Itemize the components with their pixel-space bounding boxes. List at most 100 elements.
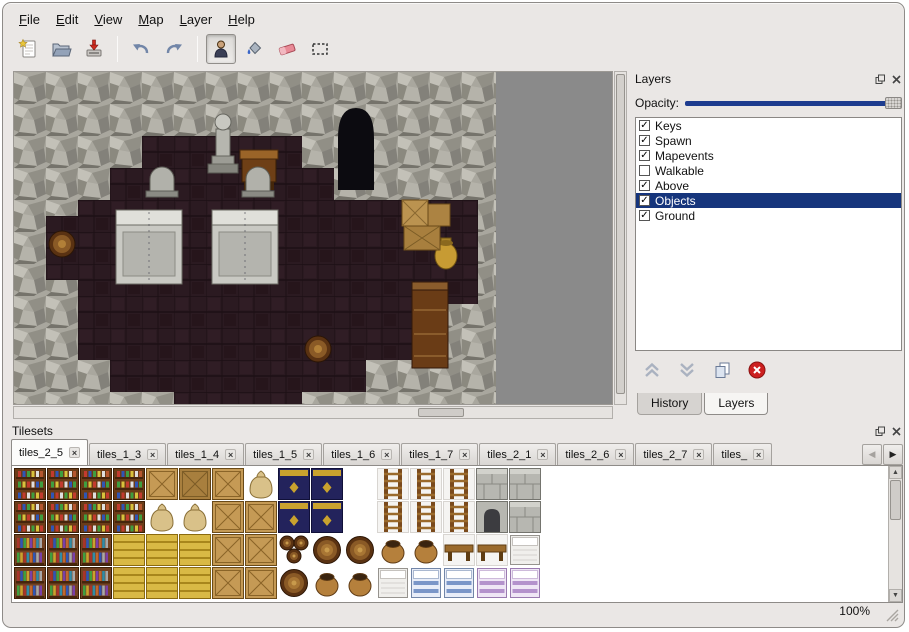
tab-close-icon[interactable]: × bbox=[753, 449, 764, 460]
layer-row-mapevents[interactable]: ✓Mapevents bbox=[636, 148, 901, 163]
layer-row-above[interactable]: ✓ Above bbox=[636, 178, 901, 193]
tab-scroll-right-button[interactable]: ▶ bbox=[883, 444, 903, 465]
tileset-vscroll-thumb[interactable] bbox=[890, 480, 901, 520]
menu-item-map[interactable]: Map bbox=[130, 9, 171, 30]
resize-grip[interactable] bbox=[886, 609, 899, 622]
opacity-slider[interactable] bbox=[685, 96, 902, 110]
float-icon[interactable] bbox=[875, 426, 886, 437]
save-icon bbox=[83, 38, 105, 60]
toolbar-button-fill-tool[interactable] bbox=[239, 34, 269, 64]
tileset-tab-tiles_1_3[interactable]: tiles_1_3 × bbox=[89, 443, 166, 465]
toolbar-button-person-tool[interactable] bbox=[206, 34, 236, 64]
layer-checkbox[interactable]: ✓ bbox=[639, 120, 650, 131]
tileset-tab-label: tiles_1_6 bbox=[331, 449, 375, 461]
close-icon[interactable] bbox=[891, 74, 902, 85]
layer-checkbox[interactable]: ✓ bbox=[639, 135, 650, 146]
tileset-tab-tiles_2_1[interactable]: tiles_2_1 × bbox=[479, 443, 556, 465]
layer-checkbox[interactable]: ✓ bbox=[639, 195, 650, 206]
layer-row-walkable[interactable]: Walkable bbox=[636, 163, 901, 178]
scroll-up-button[interactable]: ▲ bbox=[889, 466, 902, 479]
map-canvas[interactable] bbox=[14, 72, 496, 405]
layer-label: Spawn bbox=[655, 134, 692, 148]
tileset-tab-tiles_2_7[interactable]: tiles_2_7 × bbox=[635, 443, 712, 465]
tab-close-icon[interactable]: × bbox=[147, 449, 158, 460]
tileset-tab-tiles_2_6[interactable]: tiles_2_6× bbox=[557, 443, 634, 465]
tileset-tab-tiles_1_5[interactable]: tiles_1_5× bbox=[245, 443, 322, 465]
layer-label: Above bbox=[655, 179, 689, 193]
dock-tab-layers[interactable]: Layers bbox=[704, 393, 768, 415]
delete-icon bbox=[747, 360, 767, 380]
rect-select-tool-icon bbox=[309, 38, 331, 60]
layer-row-objects[interactable]: ✓ Objects bbox=[636, 193, 901, 208]
menu-item-edit[interactable]: Edit bbox=[48, 9, 86, 30]
toolbar-button-eraser-tool[interactable] bbox=[272, 34, 302, 64]
tileset-tab-label: tiles_2_1 bbox=[487, 449, 531, 461]
layer-row-keys[interactable]: ✓Keys bbox=[636, 118, 901, 133]
map-horizontal-scrollbar[interactable] bbox=[13, 406, 613, 419]
tileset-tab-tiles_1_7[interactable]: tiles_1_7× bbox=[401, 443, 478, 465]
layers-dock-tabs: HistoryLayers bbox=[637, 393, 770, 415]
dock-tab-history[interactable]: History bbox=[637, 393, 702, 415]
menu-item-layer[interactable]: Layer bbox=[172, 9, 221, 30]
map-viewport[interactable] bbox=[13, 71, 613, 405]
duplicate-layer-button[interactable] bbox=[711, 359, 733, 381]
layer-row-ground[interactable]: ✓Ground bbox=[636, 208, 901, 223]
tileset-content: ▲ ▼ bbox=[11, 465, 903, 603]
layer-checkbox[interactable] bbox=[639, 165, 650, 176]
delete-layer-button[interactable] bbox=[746, 359, 768, 381]
layers-dock-header: Layers bbox=[632, 71, 905, 87]
toolbar-button-redo[interactable] bbox=[159, 34, 189, 64]
toolbar bbox=[13, 32, 335, 66]
map-vertical-scrollbar[interactable] bbox=[614, 71, 627, 405]
opacity-label: Opacity: bbox=[635, 96, 679, 110]
toolbar-button-save[interactable] bbox=[79, 34, 109, 64]
tileset-vertical-scrollbar[interactable]: ▲ ▼ bbox=[888, 466, 902, 602]
float-icon[interactable] bbox=[875, 74, 886, 85]
move-layer-down-button[interactable] bbox=[676, 359, 698, 381]
toolbar-button-new-file[interactable] bbox=[13, 34, 43, 64]
menu-item-help[interactable]: Help bbox=[220, 9, 263, 30]
toolbar-button-undo[interactable] bbox=[126, 34, 156, 64]
layer-row-spawn[interactable]: ✓ Spawn bbox=[636, 133, 901, 148]
toolbar-button-open-folder[interactable] bbox=[46, 34, 76, 64]
chevrons-up-icon bbox=[642, 360, 662, 380]
tilesets-dock-title: Tilesets bbox=[12, 424, 875, 438]
menu-item-view[interactable]: View bbox=[86, 9, 130, 30]
tileset-canvas[interactable] bbox=[14, 468, 548, 600]
tab-close-icon[interactable]: × bbox=[225, 449, 236, 460]
toolbar-separator bbox=[117, 36, 118, 62]
layer-checkbox[interactable]: ✓ bbox=[639, 180, 650, 191]
tileset-tab-label: tiles_2_7 bbox=[643, 449, 687, 461]
tileset-tab-label: tiles_1_3 bbox=[97, 449, 141, 461]
tileset-tab-tiles_1_6[interactable]: tiles_1_6 × bbox=[323, 443, 400, 465]
opacity-slider-track[interactable] bbox=[685, 101, 900, 106]
scroll-down-button[interactable]: ▼ bbox=[889, 589, 902, 602]
tab-close-icon[interactable]: × bbox=[459, 449, 470, 460]
new-file-icon bbox=[17, 38, 39, 60]
layer-label: Objects bbox=[655, 194, 696, 208]
layer-button-row bbox=[641, 359, 768, 381]
tileset-tab-tiles_1_4[interactable]: tiles_1_4× bbox=[167, 443, 244, 465]
toolbar-button-rect-select-tool[interactable] bbox=[305, 34, 335, 64]
tab-close-icon[interactable]: × bbox=[381, 449, 392, 460]
tileset-tab-tiles[interactable]: tiles_ × bbox=[713, 443, 772, 465]
redo-icon bbox=[163, 38, 185, 60]
tab-close-icon[interactable]: × bbox=[615, 449, 626, 460]
tab-close-icon[interactable]: × bbox=[303, 449, 314, 460]
tab-close-icon[interactable]: × bbox=[537, 449, 548, 460]
tilesets-dock-header: Tilesets bbox=[9, 423, 905, 439]
close-icon[interactable] bbox=[891, 426, 902, 437]
tileset-tab-tiles_2_5[interactable]: tiles_2_5× bbox=[11, 439, 88, 465]
tileset-tab-label: tiles_ bbox=[721, 449, 747, 461]
move-layer-up-button[interactable] bbox=[641, 359, 663, 381]
map-hscroll-thumb[interactable] bbox=[418, 408, 464, 417]
menu-item-file[interactable]: File bbox=[11, 9, 48, 30]
map-vscroll-thumb[interactable] bbox=[616, 74, 625, 394]
layer-checkbox[interactable]: ✓ bbox=[639, 210, 650, 221]
layer-checkbox[interactable]: ✓ bbox=[639, 150, 650, 161]
opacity-slider-handle[interactable] bbox=[885, 97, 902, 109]
undo-icon bbox=[130, 38, 152, 60]
tab-close-icon[interactable]: × bbox=[69, 447, 80, 458]
tab-close-icon[interactable]: × bbox=[693, 449, 704, 460]
tab-scroll-left-button[interactable]: ◀ bbox=[862, 444, 882, 465]
